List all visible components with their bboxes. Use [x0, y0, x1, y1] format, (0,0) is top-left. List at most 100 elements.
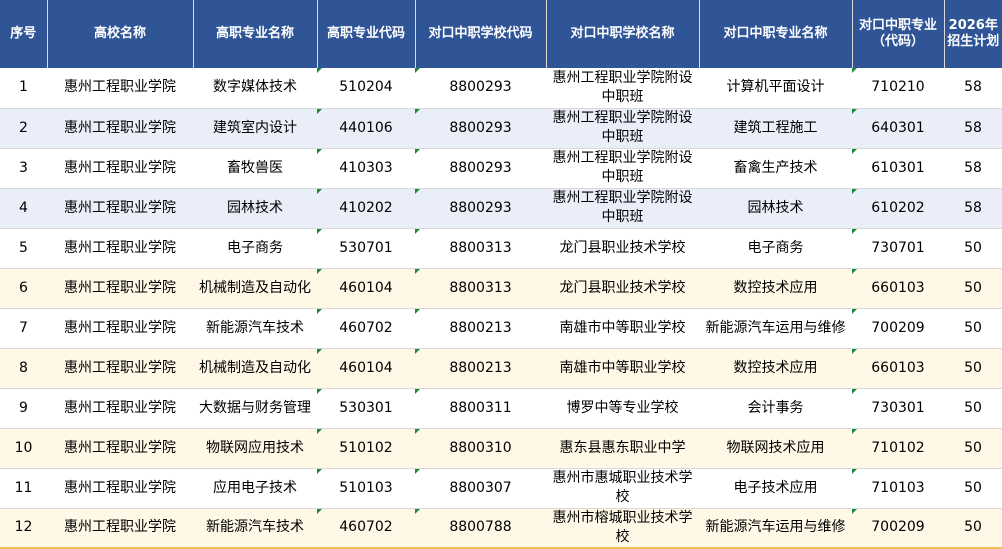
cell-sec-code[interactable]: 710103: [852, 468, 944, 509]
cell-school-code[interactable]: 8800310: [415, 428, 546, 469]
cell-seq[interactable]: 2: [0, 108, 47, 149]
cell-sec-major[interactable]: 电子技术应用: [699, 468, 852, 509]
cell-school-code[interactable]: 8800293: [415, 188, 546, 229]
cell-college[interactable]: 惠州工程职业学院: [47, 108, 193, 149]
cell-seq[interactable]: 8: [0, 348, 47, 389]
cell-sec-major[interactable]: 建筑工程施工: [699, 108, 852, 149]
cell-school-code[interactable]: 8800313: [415, 228, 546, 269]
cell-school-name[interactable]: 博罗中等专业学校: [546, 388, 699, 429]
cell-sec-code[interactable]: 610301: [852, 148, 944, 189]
cell-seq[interactable]: 4: [0, 188, 47, 229]
cell-plan[interactable]: 50: [944, 428, 1002, 469]
cell-school-code[interactable]: 8800213: [415, 348, 546, 389]
table-row[interactable]: 11 惠州工程职业学院 应用电子技术 510103 8800307 惠州市惠城职业技术学校…: [0, 468, 1002, 509]
cell-sec-code[interactable]: 660103: [852, 268, 944, 309]
cell-major[interactable]: 畜牧兽医: [193, 148, 317, 189]
cell-school-name[interactable]: 惠州工程职业学院附设中职班: [546, 68, 699, 109]
cell-major-code[interactable]: 460702: [317, 508, 415, 549]
cell-plan[interactable]: 58: [944, 68, 1002, 109]
cell-major[interactable]: 建筑室内设计: [193, 108, 317, 149]
cell-plan[interactable]: 50: [944, 468, 1002, 509]
table-row[interactable]: 1 惠州工程职业学院 数字媒体技术 510204 8800293 惠州工程职业学院附设中职…: [0, 68, 1002, 109]
cell-sec-code[interactable]: 730701: [852, 228, 944, 269]
cell-school-code[interactable]: 8800293: [415, 108, 546, 149]
cell-sec-code[interactable]: 700209: [852, 508, 944, 549]
cell-school-name[interactable]: 惠州市惠城职业技术学校: [546, 468, 699, 509]
cell-major-code[interactable]: 460104: [317, 348, 415, 389]
cell-sec-major[interactable]: 数控技术应用: [699, 348, 852, 389]
cell-major[interactable]: 新能源汽车技术: [193, 508, 317, 549]
cell-major-code[interactable]: 510204: [317, 68, 415, 109]
cell-plan[interactable]: 50: [944, 228, 1002, 269]
cell-major[interactable]: 电子商务: [193, 228, 317, 269]
cell-sec-major[interactable]: 会计事务: [699, 388, 852, 429]
cell-seq[interactable]: 10: [0, 428, 47, 469]
cell-seq[interactable]: 7: [0, 308, 47, 349]
cell-college[interactable]: 惠州工程职业学院: [47, 148, 193, 189]
cell-seq[interactable]: 11: [0, 468, 47, 509]
table-row[interactable]: 10 惠州工程职业学院 物联网应用技术 510102 8800310 惠东县惠东职业中学 物…: [0, 428, 1002, 469]
cell-seq[interactable]: 1: [0, 68, 47, 109]
cell-major[interactable]: 机械制造及自动化: [193, 268, 317, 309]
cell-sec-major[interactable]: 物联网技术应用: [699, 428, 852, 469]
cell-college[interactable]: 惠州工程职业学院: [47, 348, 193, 389]
cell-sec-code[interactable]: 710210: [852, 68, 944, 109]
cell-college[interactable]: 惠州工程职业学院: [47, 188, 193, 229]
cell-school-code[interactable]: 8800307: [415, 468, 546, 509]
cell-school-name[interactable]: 惠州工程职业学院附设中职班: [546, 188, 699, 229]
cell-school-code[interactable]: 8800293: [415, 148, 546, 189]
cell-seq[interactable]: 5: [0, 228, 47, 269]
cell-major[interactable]: 物联网应用技术: [193, 428, 317, 469]
cell-major[interactable]: 数字媒体技术: [193, 68, 317, 109]
cell-sec-code[interactable]: 610202: [852, 188, 944, 229]
cell-major[interactable]: 大数据与财务管理: [193, 388, 317, 429]
cell-sec-major[interactable]: 园林技术: [699, 188, 852, 229]
cell-major-code[interactable]: 510103: [317, 468, 415, 509]
cell-plan[interactable]: 58: [944, 148, 1002, 189]
cell-school-code[interactable]: 8800313: [415, 268, 546, 309]
cell-school-code[interactable]: 8800213: [415, 308, 546, 349]
cell-college[interactable]: 惠州工程职业学院: [47, 388, 193, 429]
cell-sec-major[interactable]: 数控技术应用: [699, 268, 852, 309]
cell-seq[interactable]: 12: [0, 508, 47, 549]
table-row[interactable]: 4 惠州工程职业学院 园林技术 410202 8800293 惠州工程职业学院附设中职班 园…: [0, 188, 1002, 229]
cell-major[interactable]: 园林技术: [193, 188, 317, 229]
cell-major[interactable]: 应用电子技术: [193, 468, 317, 509]
cell-major[interactable]: 新能源汽车技术: [193, 308, 317, 349]
cell-major-code[interactable]: 440106: [317, 108, 415, 149]
cell-major-code[interactable]: 410303: [317, 148, 415, 189]
table-row[interactable]: 6 惠州工程职业学院 机械制造及自动化 460104 8800313 龙门县职业技术学校 数…: [0, 268, 1002, 309]
cell-sec-code[interactable]: 710102: [852, 428, 944, 469]
cell-school-code[interactable]: 8800293: [415, 68, 546, 109]
cell-seq[interactable]: 9: [0, 388, 47, 429]
cell-plan[interactable]: 50: [944, 308, 1002, 349]
cell-major-code[interactable]: 530301: [317, 388, 415, 429]
table-row[interactable]: 8 惠州工程职业学院 机械制造及自动化 460104 8800213 南雄市中等职业学校 数…: [0, 348, 1002, 389]
cell-plan[interactable]: 50: [944, 348, 1002, 389]
cell-plan[interactable]: 50: [944, 508, 1002, 549]
cell-major-code[interactable]: 460702: [317, 308, 415, 349]
cell-plan[interactable]: 50: [944, 388, 1002, 429]
cell-school-name[interactable]: 南雄市中等职业学校: [546, 348, 699, 389]
cell-school-name[interactable]: 龙门县职业技术学校: [546, 228, 699, 269]
cell-plan[interactable]: 50: [944, 268, 1002, 309]
cell-plan[interactable]: 58: [944, 188, 1002, 229]
cell-sec-major[interactable]: 计算机平面设计: [699, 68, 852, 109]
cell-college[interactable]: 惠州工程职业学院: [47, 268, 193, 309]
cell-school-name[interactable]: 惠州工程职业学院附设中职班: [546, 148, 699, 189]
cell-sec-major[interactable]: 新能源汽车运用与维修: [699, 308, 852, 349]
cell-school-code[interactable]: 8800311: [415, 388, 546, 429]
table-row[interactable]: 5 惠州工程职业学院 电子商务 530701 8800313 龙门县职业技术学校 电子商务 7…: [0, 228, 1002, 269]
table-row[interactable]: 9 惠州工程职业学院 大数据与财务管理 530301 8800311 博罗中等专业学校 会计…: [0, 388, 1002, 429]
cell-college[interactable]: 惠州工程职业学院: [47, 308, 193, 349]
table-row[interactable]: 2 惠州工程职业学院 建筑室内设计 440106 8800293 惠州工程职业学院附设中职…: [0, 108, 1002, 149]
cell-sec-code[interactable]: 660103: [852, 348, 944, 389]
cell-sec-code[interactable]: 640301: [852, 108, 944, 149]
cell-sec-major[interactable]: 畜禽生产技术: [699, 148, 852, 189]
cell-sec-code[interactable]: 700209: [852, 308, 944, 349]
cell-school-name[interactable]: 南雄市中等职业学校: [546, 308, 699, 349]
cell-sec-major[interactable]: 新能源汽车运用与维修: [699, 508, 852, 549]
cell-major[interactable]: 机械制造及自动化: [193, 348, 317, 389]
cell-major-code[interactable]: 510102: [317, 428, 415, 469]
cell-college[interactable]: 惠州工程职业学院: [47, 228, 193, 269]
